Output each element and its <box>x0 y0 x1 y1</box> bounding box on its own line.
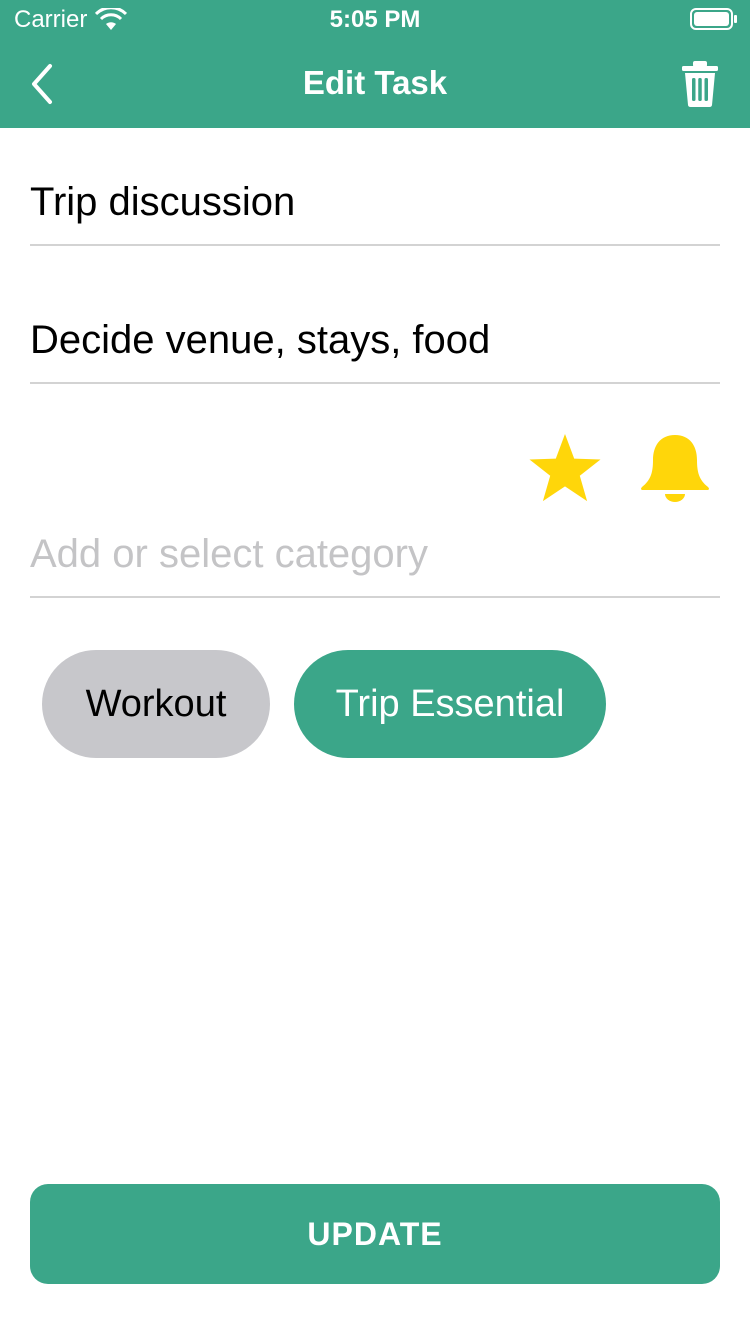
navigation-bar: Edit Task <box>0 40 750 128</box>
status-bar: Carrier 5:05 PM <box>0 0 750 40</box>
app-header: Carrier 5:05 PM Edit Task <box>0 0 750 128</box>
category-chip-workout[interactable]: Workout <box>42 650 270 758</box>
task-description-value: Decide venue, stays, food <box>30 318 491 362</box>
favorite-button[interactable] <box>528 432 602 506</box>
task-description-field[interactable]: Decide venue, stays, food <box>30 318 720 384</box>
category-chip-trip-essential[interactable]: Trip Essential <box>294 650 606 758</box>
star-icon <box>529 434 601 502</box>
category-placeholder: Add or select category <box>30 532 428 576</box>
bell-icon <box>641 435 709 502</box>
task-title-value: Trip discussion <box>30 180 296 224</box>
update-button[interactable]: UPDATE <box>30 1184 720 1284</box>
delete-task-button[interactable] <box>680 60 720 108</box>
battery-icon <box>690 8 737 30</box>
status-time: 5:05 PM <box>329 6 421 33</box>
reminder-button[interactable] <box>638 432 712 506</box>
trash-icon <box>682 61 718 107</box>
task-title-field[interactable]: Trip discussion <box>30 180 720 246</box>
page-title: Edit Task <box>302 64 448 101</box>
category-input[interactable]: Add or select category <box>30 532 720 598</box>
